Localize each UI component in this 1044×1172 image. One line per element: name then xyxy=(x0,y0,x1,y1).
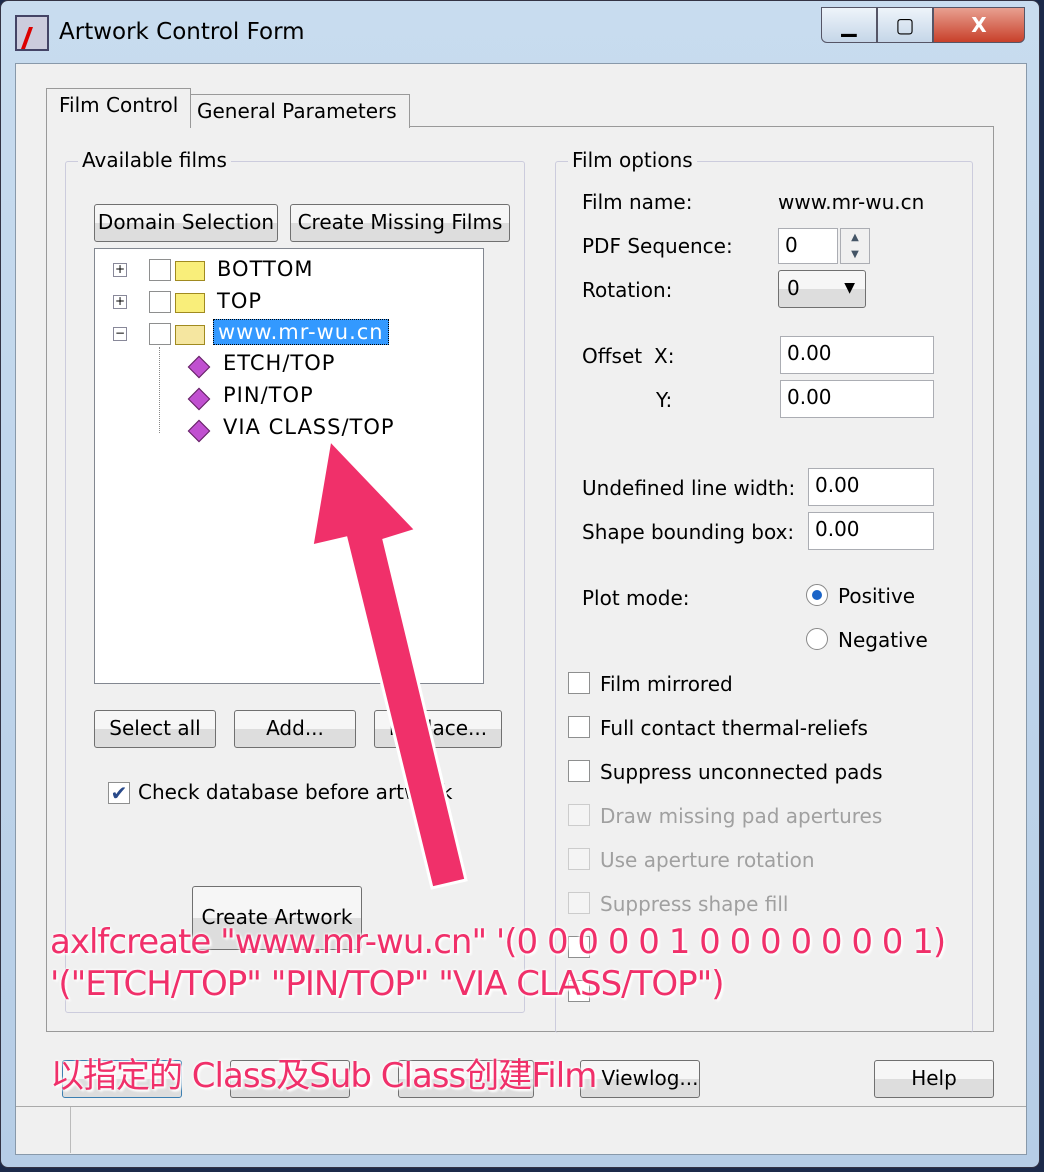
annotation-line-1: axlfcreate "www.mr-wu.cn" '(0 0 0 0 0 1 … xyxy=(50,922,946,962)
annotation-line-3: 以指定的 Class及Sub Class创建Film xyxy=(50,1056,597,1096)
tab-film-control[interactable]: Film Control xyxy=(46,88,192,128)
arrow-shape xyxy=(310,436,468,890)
annotation-line-2: '("ETCH/TOP" "PIN/TOP" "VIA CLASS/TOP") xyxy=(50,964,725,1004)
